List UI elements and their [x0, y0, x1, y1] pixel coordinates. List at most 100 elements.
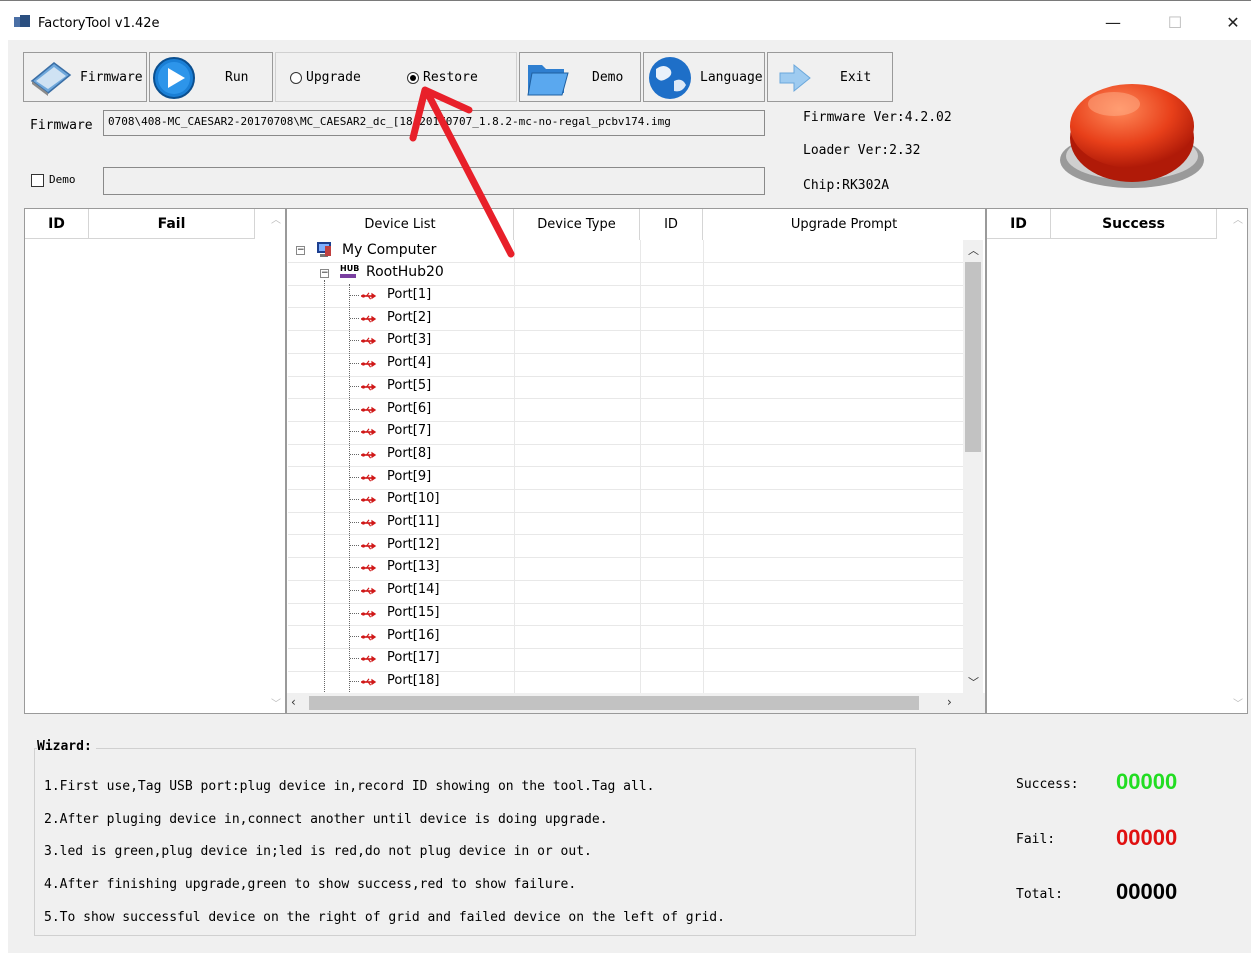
- device-port-row[interactable]: Port[14]: [350, 579, 439, 601]
- usb-port-icon: [361, 587, 377, 595]
- computer-icon: [317, 242, 331, 257]
- scroll-right-icon[interactable]: ›: [947, 695, 952, 709]
- scroll-up-icon[interactable]: ︿: [1233, 211, 1243, 226]
- firmware-path-field[interactable]: 0708\408-MC_CAESAR2-20170708\MC_CAESAR2_…: [103, 110, 765, 136]
- success-grid-header-success[interactable]: Success: [1051, 209, 1217, 239]
- scroll-up-icon[interactable]: ︿: [271, 211, 281, 226]
- device-type-header[interactable]: Device Type: [514, 209, 640, 240]
- tree-hub-label[interactable]: RootHub20: [366, 262, 444, 282]
- wizard-step: 4.After finishing upgrade,green to show …: [44, 877, 577, 893]
- fail-count-label: Fail:: [1016, 832, 1056, 847]
- exit-button[interactable]: Exit: [767, 52, 893, 102]
- scroll-left-icon[interactable]: ‹: [291, 695, 296, 709]
- device-port-label: Port[16]: [387, 627, 440, 643]
- restore-radio-circle[interactable]: [407, 72, 419, 84]
- scroll-up-icon[interactable]: ︿: [968, 242, 979, 258]
- fail-count-value: 00000: [1116, 825, 1178, 850]
- success-grid-scrollbar[interactable]: ︿ ﹀: [1229, 209, 1247, 713]
- device-port-row[interactable]: Port[18]: [350, 670, 439, 692]
- window-title: FactoryTool v1.42e: [38, 16, 160, 31]
- device-id-header[interactable]: ID: [640, 209, 703, 240]
- exit-button-label: Exit: [840, 70, 872, 85]
- device-port-row[interactable]: Port[10]: [350, 488, 439, 510]
- fail-grid-header-id[interactable]: ID: [25, 209, 89, 239]
- device-port-row[interactable]: Port[11]: [350, 511, 439, 533]
- fail-grid[interactable]: ID Fail ︿ ﹀: [24, 208, 286, 714]
- device-port-row[interactable]: Port[12]: [350, 534, 439, 556]
- scroll-down-icon[interactable]: ﹀: [1233, 695, 1243, 710]
- tree-line: [350, 499, 359, 501]
- device-port-row[interactable]: Port[6]: [350, 398, 431, 420]
- language-button[interactable]: Language: [643, 52, 765, 102]
- collapse-toggle-icon[interactable]: −: [320, 269, 329, 278]
- firmware-version: Firmware Ver:4.2.02: [803, 110, 952, 125]
- demo-path-field[interactable]: [103, 167, 765, 195]
- device-port-row[interactable]: Port[2]: [350, 307, 431, 329]
- device-port-row[interactable]: Port[13]: [350, 556, 439, 578]
- device-port-row[interactable]: Port[4]: [350, 352, 431, 374]
- tree-line: [350, 544, 359, 546]
- fail-grid-header-fail[interactable]: Fail: [89, 209, 255, 239]
- restore-radio[interactable]: Restore: [407, 70, 507, 87]
- fail-grid-scrollbar[interactable]: ︿ ﹀: [267, 209, 285, 713]
- maximize-button[interactable]: ☐: [1160, 13, 1190, 32]
- success-grid[interactable]: ID Success ︿ ﹀: [986, 208, 1248, 714]
- device-port-row[interactable]: Port[1]: [350, 284, 431, 306]
- firmware-button[interactable]: Firmware: [23, 52, 147, 102]
- close-button[interactable]: ✕: [1218, 13, 1248, 32]
- device-port-row[interactable]: Port[5]: [350, 375, 431, 397]
- upgrade-radio[interactable]: Upgrade: [290, 70, 390, 87]
- tree-line: [350, 476, 359, 478]
- tree-line: [350, 658, 359, 660]
- usb-port-icon: [361, 360, 377, 368]
- title-bar: FactoryTool v1.42e — ☐ ✕: [0, 0, 1251, 41]
- scroll-down-icon[interactable]: ﹀: [271, 695, 281, 710]
- demo-checkbox[interactable]: Demo: [31, 173, 101, 191]
- device-port-row[interactable]: Port[3]: [350, 329, 432, 351]
- demo-button-label: Demo: [592, 70, 624, 85]
- demo-button[interactable]: Demo: [519, 52, 641, 102]
- usb-hub-icon: HUB: [340, 264, 359, 278]
- device-list-header[interactable]: Device List: [287, 209, 514, 240]
- hscroll-thumb[interactable]: [309, 696, 919, 710]
- tree-root-label[interactable]: My Computer: [342, 240, 436, 260]
- arrow-right-icon: [779, 63, 811, 93]
- device-port-row[interactable]: Port[7]: [350, 420, 431, 442]
- collapse-toggle-icon[interactable]: −: [296, 246, 305, 255]
- tree-line: [350, 340, 359, 342]
- usb-port-icon: [361, 610, 377, 618]
- device-list-hscroll[interactable]: ‹ ›: [287, 693, 985, 713]
- upgrade-radio-circle[interactable]: [290, 72, 302, 84]
- tree-line: [350, 590, 359, 592]
- firmware-path-text: 0708\408-MC_CAESAR2-20170708\MC_CAESAR2_…: [108, 115, 671, 128]
- minimize-button[interactable]: —: [1098, 13, 1128, 32]
- usb-port-icon: [361, 655, 377, 663]
- usb-port-icon: [361, 678, 377, 686]
- run-button-label: Run: [225, 70, 249, 85]
- device-port-row[interactable]: Port[8]: [350, 443, 431, 465]
- device-list-grid[interactable]: Device List Device Type ID Upgrade Promp…: [286, 208, 986, 714]
- device-port-row[interactable]: Port[16]: [350, 625, 440, 647]
- total-count-label: Total:: [1016, 887, 1063, 902]
- usb-port-icon: [361, 496, 377, 504]
- demo-checkbox-label: Demo: [49, 173, 76, 186]
- success-grid-header-id[interactable]: ID: [987, 209, 1051, 239]
- usb-port-icon: [361, 292, 377, 300]
- device-port-row[interactable]: Port[15]: [350, 602, 439, 624]
- usb-port-icon: [361, 383, 377, 391]
- scroll-down-icon[interactable]: ﹀: [968, 674, 979, 690]
- device-port-row[interactable]: Port[9]: [350, 466, 432, 488]
- run-button[interactable]: Run: [149, 52, 273, 102]
- play-icon: [153, 57, 195, 99]
- status-button[interactable]: [1052, 60, 1212, 195]
- device-port-label: Port[3]: [387, 332, 432, 348]
- demo-checkbox-box[interactable]: [31, 174, 44, 187]
- device-port-row[interactable]: Port[17]: [350, 647, 439, 669]
- vscroll-thumb[interactable]: [965, 262, 981, 452]
- folder-icon: [527, 65, 569, 96]
- device-list-vscroll[interactable]: ︿ ﹀: [963, 240, 983, 693]
- device-port-label: Port[9]: [387, 468, 432, 484]
- app-icon: [14, 15, 30, 27]
- upgrade-prompt-header[interactable]: Upgrade Prompt: [703, 209, 985, 240]
- usb-port-icon: [361, 315, 377, 323]
